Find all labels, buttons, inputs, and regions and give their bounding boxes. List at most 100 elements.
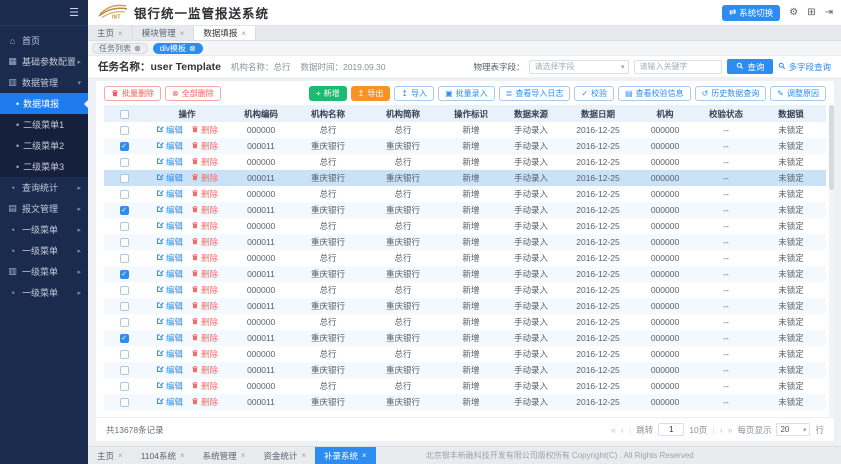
delete-link[interactable]: 删除 xyxy=(191,140,218,152)
table-row[interactable]: ✓编辑删除000011重庆银行重庆银行新增手动录入2016-12-2500000… xyxy=(104,202,826,218)
row-checkbox[interactable] xyxy=(120,254,129,263)
delete-link[interactable]: 删除 xyxy=(191,380,218,392)
edit-link[interactable]: 编辑 xyxy=(156,204,183,216)
sidebar-item[interactable]: ▥一级菜单▸ xyxy=(0,261,88,282)
edit-link[interactable]: 编辑 xyxy=(156,380,183,392)
tab-close-icon[interactable]: × xyxy=(301,451,306,460)
import-button[interactable]: ↥导入 xyxy=(394,86,434,101)
edit-link[interactable]: 编辑 xyxy=(156,252,183,264)
logout-icon[interactable]: ⇥ xyxy=(825,8,833,18)
bottom-tab[interactable]: 主页× xyxy=(88,447,132,464)
row-checkbox[interactable] xyxy=(120,382,129,391)
table-row[interactable]: 编辑删除000011重庆银行重庆银行新增手动录入2016-12-25000000… xyxy=(104,362,826,378)
field-select[interactable]: 请选择字段 ▾ xyxy=(529,60,629,74)
edit-link[interactable]: 编辑 xyxy=(156,172,183,184)
delete-link[interactable]: 删除 xyxy=(191,364,218,376)
per-page-select[interactable]: 20 ▾ xyxy=(776,423,810,436)
tab-close-icon[interactable]: × xyxy=(118,29,123,38)
sidebar-subitem[interactable]: •二级菜单3 xyxy=(0,156,88,177)
row-checkbox[interactable] xyxy=(120,158,129,167)
sidebar-subitem[interactable]: •数据填报 xyxy=(0,93,88,114)
system-switch-button[interactable]: ⇄ 系统切换 xyxy=(722,5,780,21)
import-log-button[interactable]: ≣查看导入日志 xyxy=(499,86,571,101)
tab-close-icon[interactable]: × xyxy=(241,29,246,38)
delete-link[interactable]: 删除 xyxy=(191,204,218,216)
delete-link[interactable]: 删除 xyxy=(191,236,218,248)
grid-icon[interactable]: ⊞ xyxy=(807,8,815,18)
table-row[interactable]: 编辑删除000000总行总行新增手动录入2016-12-25000000--未锁… xyxy=(104,282,826,298)
table-row[interactable]: 编辑删除000011重庆银行重庆银行新增手动录入2016-12-25000000… xyxy=(104,298,826,314)
prev-page-button[interactable]: ‹ xyxy=(621,425,624,435)
batch-entry-button[interactable]: ▣批量录入 xyxy=(438,86,495,101)
add-button[interactable]: +新增 xyxy=(309,86,347,101)
row-checkbox[interactable]: ✓ xyxy=(120,142,129,151)
vertical-scrollbar[interactable] xyxy=(829,105,834,417)
table-row[interactable]: 编辑删除000000总行总行新增手动录入2016-12-25000000--未锁… xyxy=(104,378,826,394)
tab-close-icon[interactable]: × xyxy=(241,451,246,460)
sidebar-item[interactable]: ◔一级菜单▸ xyxy=(0,219,88,240)
batch-delete-button[interactable]: 批量删除 xyxy=(104,86,161,101)
table-row[interactable]: 编辑删除000000总行总行新增手动录入2016-12-25000000--未锁… xyxy=(104,314,826,330)
adjust-reason-button[interactable]: ✎调整原因 xyxy=(770,86,826,101)
row-checkbox[interactable] xyxy=(120,366,129,375)
table-row[interactable]: 编辑删除000011重庆银行重庆银行新增手动录入2016-12-25000000… xyxy=(104,234,826,250)
sidebar-item[interactable]: ▥数据管理▾ xyxy=(0,72,88,93)
edit-link[interactable]: 编辑 xyxy=(156,236,183,248)
scrollbar-thumb[interactable] xyxy=(829,105,834,190)
delete-link[interactable]: 删除 xyxy=(191,332,218,344)
row-checkbox[interactable] xyxy=(120,302,129,311)
top-tab[interactable]: 主页× xyxy=(88,26,133,40)
table-row[interactable]: 编辑删除000000总行总行新增手动录入2016-12-25000000--未锁… xyxy=(104,346,826,362)
sidebar-item[interactable]: ◔一级菜单▸ xyxy=(0,240,88,261)
multi-field-search-link[interactable]: 多字段查询 xyxy=(778,61,831,73)
delete-link[interactable]: 删除 xyxy=(191,124,218,136)
edit-link[interactable]: 编辑 xyxy=(156,348,183,360)
chip-close-icon[interactable]: ⊗ xyxy=(134,44,141,53)
history-query-button[interactable]: ↺历史数据查询 xyxy=(695,86,767,101)
table-row[interactable]: 编辑删除000000总行总行新增手动录入2016-12-25000000--未锁… xyxy=(104,186,826,202)
edit-link[interactable]: 编辑 xyxy=(156,124,183,136)
row-checkbox[interactable]: ✓ xyxy=(120,270,129,279)
sidebar-subitem[interactable]: •二级菜单2 xyxy=(0,135,88,156)
edit-link[interactable]: 编辑 xyxy=(156,188,183,200)
export-button[interactable]: ↥导出 xyxy=(351,86,391,101)
bottom-tab[interactable]: 1104系统× xyxy=(132,447,194,464)
keyword-input[interactable] xyxy=(634,60,722,74)
edit-link[interactable]: 编辑 xyxy=(156,140,183,152)
row-checkbox[interactable]: ✓ xyxy=(120,206,129,215)
tab-close-icon[interactable]: × xyxy=(362,451,367,460)
table-row[interactable]: 编辑删除000000总行总行新增手动录入2016-12-25000000--未锁… xyxy=(104,122,826,138)
delete-link[interactable]: 删除 xyxy=(191,348,218,360)
table-row[interactable]: 编辑删除000011重庆银行重庆银行新增手动录入2016-12-25000000… xyxy=(104,170,826,186)
row-checkbox[interactable] xyxy=(120,350,129,359)
sidebar-item[interactable]: ▦基础参数配置▸ xyxy=(0,51,88,72)
tab-close-icon[interactable]: × xyxy=(118,451,123,460)
delete-link[interactable]: 删除 xyxy=(191,268,218,280)
top-tab[interactable]: 模块管理× xyxy=(133,26,195,40)
row-checkbox[interactable] xyxy=(120,398,129,407)
bottom-tab[interactable]: 资金统计× xyxy=(254,447,315,464)
tab-close-icon[interactable]: × xyxy=(180,451,185,460)
sidebar-item[interactable]: ⌂首页 xyxy=(0,30,88,51)
row-checkbox[interactable] xyxy=(120,286,129,295)
edit-link[interactable]: 编辑 xyxy=(156,332,183,344)
validate-button[interactable]: ✓校验 xyxy=(574,86,614,101)
top-tab[interactable]: 数据填报× xyxy=(194,26,256,40)
row-checkbox[interactable] xyxy=(120,318,129,327)
row-checkbox[interactable] xyxy=(120,222,129,231)
bottom-tab[interactable]: 补录系统× xyxy=(315,447,376,464)
table-row[interactable]: ✓编辑删除000011重庆银行重庆银行新增手动录入2016-12-2500000… xyxy=(104,266,826,282)
table-row[interactable]: 编辑删除000011重庆银行重庆银行新增手动录入2016-12-25000000… xyxy=(104,394,826,410)
row-checkbox[interactable] xyxy=(120,190,129,199)
delete-link[interactable]: 删除 xyxy=(191,252,218,264)
delete-link[interactable]: 删除 xyxy=(191,396,218,408)
delete-link[interactable]: 删除 xyxy=(191,316,218,328)
gear-icon[interactable]: ⚙ xyxy=(789,8,798,18)
edit-link[interactable]: 编辑 xyxy=(156,284,183,296)
edit-link[interactable]: 编辑 xyxy=(156,396,183,408)
chip-close-icon[interactable]: ⊗ xyxy=(189,44,196,53)
table-row[interactable]: 编辑删除000000总行总行新增手动录入2016-12-25000000--未锁… xyxy=(104,250,826,266)
edit-link[interactable]: 编辑 xyxy=(156,220,183,232)
table-row[interactable]: 编辑删除000000总行总行新增手动录入2016-12-25000000--未锁… xyxy=(104,218,826,234)
table-row[interactable]: 编辑删除000000总行总行新增手动录入2016-12-25000000--未锁… xyxy=(104,154,826,170)
